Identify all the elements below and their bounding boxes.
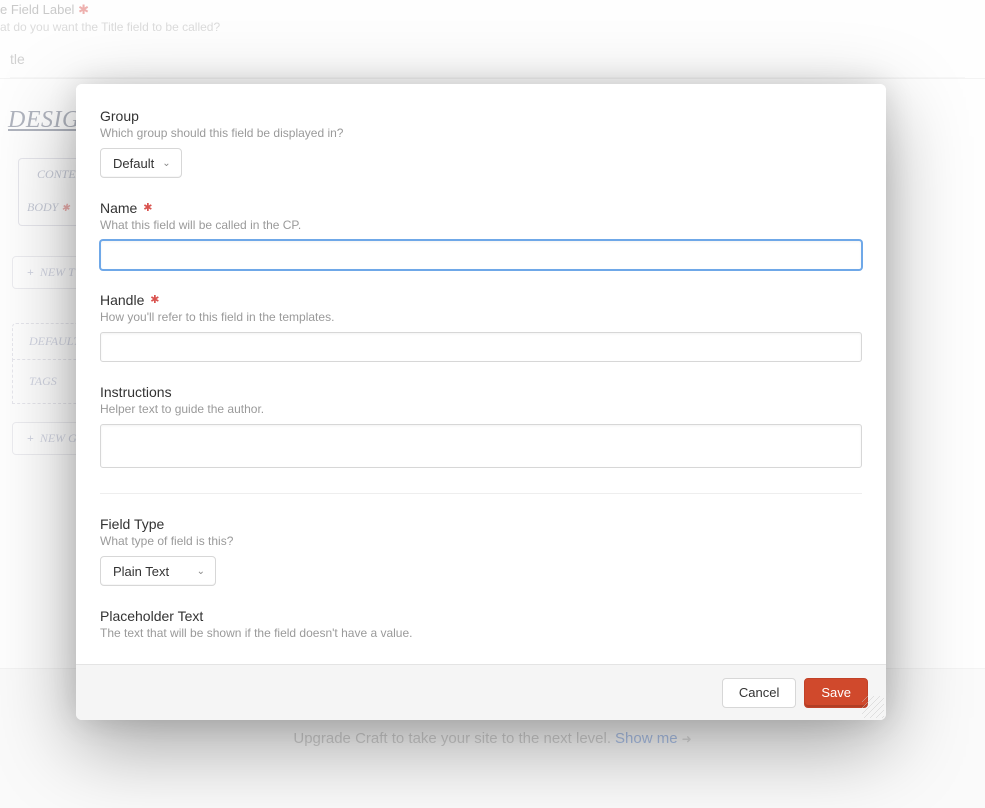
new-field-modal: Group Which group should this field be d…: [76, 84, 886, 720]
instructions-label: Instructions: [100, 384, 862, 400]
required-asterisk-icon: ✱: [150, 294, 159, 306]
modal-footer: Cancel Save: [76, 664, 886, 720]
group-help: Which group should this field be display…: [100, 126, 862, 140]
instructions-textarea[interactable]: [100, 424, 862, 468]
divider: [100, 493, 862, 494]
field-handle: Handle ✱ How you'll refer to this field …: [100, 292, 862, 362]
save-button[interactable]: Save: [804, 678, 868, 708]
chevron-down-icon: ⌄: [162, 158, 170, 169]
field-type: Field Type What type of field is this? P…: [100, 516, 862, 586]
name-input[interactable]: [100, 240, 862, 270]
field-group: Group Which group should this field be d…: [100, 108, 862, 178]
cancel-button[interactable]: Cancel: [722, 678, 796, 708]
field-type-select[interactable]: Plain Text ⌄: [100, 556, 216, 586]
chevron-down-icon: ⌄: [197, 566, 205, 577]
handle-help: How you'll refer to this field in the te…: [100, 310, 862, 324]
field-instructions: Instructions Helper text to guide the au…: [100, 384, 862, 471]
group-select[interactable]: Default ⌄: [100, 148, 182, 178]
resize-grip-icon[interactable]: [870, 704, 884, 718]
handle-label: Handle ✱: [100, 292, 862, 308]
instructions-help: Helper text to guide the author.: [100, 402, 862, 416]
required-asterisk-icon: ✱: [143, 202, 152, 214]
modal-body: Group Which group should this field be d…: [76, 84, 886, 664]
name-label-text: Name: [100, 200, 137, 216]
field-name: Name ✱ What this field will be called in…: [100, 200, 862, 270]
group-select-value: Default: [113, 156, 154, 171]
name-label: Name ✱: [100, 200, 862, 216]
field-type-label: Field Type: [100, 516, 862, 532]
handle-input[interactable]: [100, 332, 862, 362]
handle-label-text: Handle: [100, 292, 144, 308]
field-placeholder-text: Placeholder Text The text that will be s…: [100, 608, 862, 640]
placeholder-text-help: The text that will be shown if the field…: [100, 626, 862, 640]
group-label: Group: [100, 108, 862, 124]
field-type-value: Plain Text: [113, 564, 169, 579]
field-type-help: What type of field is this?: [100, 534, 862, 548]
placeholder-text-label: Placeholder Text: [100, 608, 862, 624]
name-help: What this field will be called in the CP…: [100, 218, 862, 232]
